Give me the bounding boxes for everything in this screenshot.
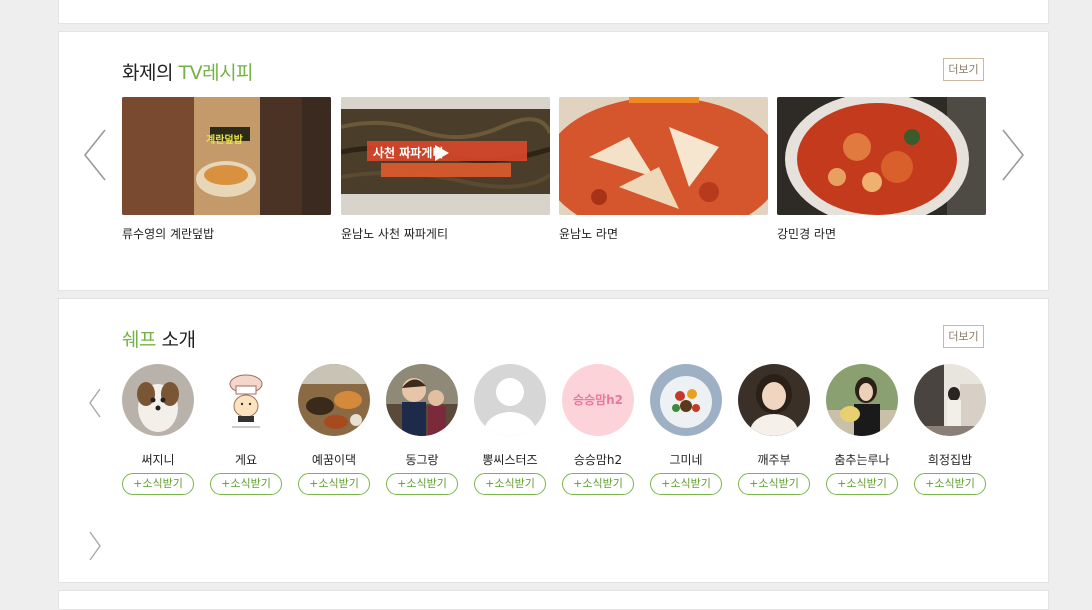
subscribe-button[interactable]: +소식받기 [298,473,370,495]
previous-section-card [58,0,1049,24]
subscribe-button[interactable]: +소식받기 [210,473,282,495]
subscribe-button[interactable]: +소식받기 [386,473,458,495]
subscribe-button[interactable]: +소식받기 [650,473,722,495]
chef-avatar[interactable] [914,364,986,436]
chef-section-title: 쉐프 소개 [122,325,196,352]
chef-item: 춤추는루나 +소식받기 [825,364,899,495]
tv-title-accent: TV레시피 [178,62,254,84]
chef-name[interactable]: 뽕씨스터즈 [473,451,547,467]
chef-avatar[interactable] [298,364,370,436]
chef-prev-arrow-icon[interactable] [89,388,101,418]
chef-avatar[interactable] [826,364,898,436]
recipe-name[interactable]: 강민경 라면 [777,225,986,242]
chef-item: 승승맘h2 승승맘h2 +소식받기 [561,364,635,495]
chef-name[interactable]: 깨주부 [737,451,811,467]
recipe-card[interactable]: 계란덮밥 류수영의 계란덮밥 [122,97,331,242]
tv-recipe-section: 화제의 TV레시피 더보기 계란덮밥 류수영의 계란덮밥 사천 짜파게티 윤남노… [58,31,1049,291]
chef-name[interactable]: 희정집밥 [913,451,987,467]
recipe-card[interactable]: 윤남노 라면 [559,97,768,242]
chef-item: 써지니 +소식받기 [121,364,195,495]
chef-avatar[interactable]: 승승맘h2 [562,364,634,436]
recipe-name[interactable]: 윤남노 사천 짜파게티 [341,225,550,242]
chef-avatar[interactable] [122,364,194,436]
recipe-card[interactable]: 강민경 라면 [777,97,986,242]
chef-avatar[interactable] [650,364,722,436]
recipe-thumbnail[interactable]: 계란덮밥 [122,97,331,215]
tv-next-arrow-icon[interactable] [1001,129,1025,181]
chef-item: 깨주부 +소식받기 [737,364,811,495]
chef-avatar[interactable] [210,364,282,436]
chef-name[interactable]: 그미네 [649,451,723,467]
recipe-thumbnail-caption: 사천 짜파게티 [373,146,444,160]
recipe-thumbnail[interactable] [777,97,986,215]
subscribe-button[interactable]: +소식받기 [562,473,634,495]
chef-name[interactable]: 게요 [209,451,283,467]
subscribe-button[interactable]: +소식받기 [122,473,194,495]
chef-next-arrow-icon[interactable] [89,531,101,561]
subscribe-button[interactable]: +소식받기 [826,473,898,495]
chef-avatar-text: 승승맘h2 [572,393,623,407]
recipe-card[interactable]: 사천 짜파게티 윤남노 사천 짜파게티 [341,97,550,242]
chef-title-accent: 쉐프 [122,329,156,351]
chef-avatar[interactable] [386,364,458,436]
subscribe-button[interactable]: +소식받기 [474,473,546,495]
recipe-name[interactable]: 류수영의 계란덮밥 [122,225,331,242]
chef-intro-section: 쉐프 소개 더보기 써지니 +소식받기 게요 +소식받기 예꿈이댁 +소식받기 … [58,298,1049,583]
subscribe-button[interactable]: +소식받기 [914,473,986,495]
chef-more-button[interactable]: 더보기 [943,325,984,348]
chef-name[interactable]: 써지니 [121,451,195,467]
tv-section-title: 화제의 TV레시피 [122,58,254,85]
recipe-name[interactable]: 윤남노 라면 [559,225,768,242]
chef-name[interactable]: 동그랑 [385,451,459,467]
subscribe-button[interactable]: +소식받기 [738,473,810,495]
chef-item: 희정집밥 +소식받기 [913,364,987,495]
chef-title-suffix: 소개 [155,329,196,351]
chef-avatar[interactable] [474,364,546,436]
chef-name[interactable]: 춤추는루나 [825,451,899,467]
chef-item: 게요 +소식받기 [209,364,283,495]
tv-title-prefix: 화제의 [122,62,179,84]
tv-prev-arrow-icon[interactable] [83,129,107,181]
chef-item: 예꿈이댁 +소식받기 [297,364,371,495]
chef-item: 동그랑 +소식받기 [385,364,459,495]
chef-name[interactable]: 예꿈이댁 [297,451,371,467]
recipe-thumbnail[interactable] [559,97,768,215]
chef-item: 뽕씨스터즈 +소식받기 [473,364,547,495]
recipe-thumbnail[interactable]: 사천 짜파게티 [341,97,550,215]
chef-name[interactable]: 승승맘h2 [561,451,635,467]
chef-avatar[interactable] [738,364,810,436]
chef-item: 그미네 +소식받기 [649,364,723,495]
next-section-card [58,590,1049,610]
recipe-thumbnail-caption: 계란덮밥 [206,135,243,146]
tv-more-button[interactable]: 더보기 [943,58,984,81]
